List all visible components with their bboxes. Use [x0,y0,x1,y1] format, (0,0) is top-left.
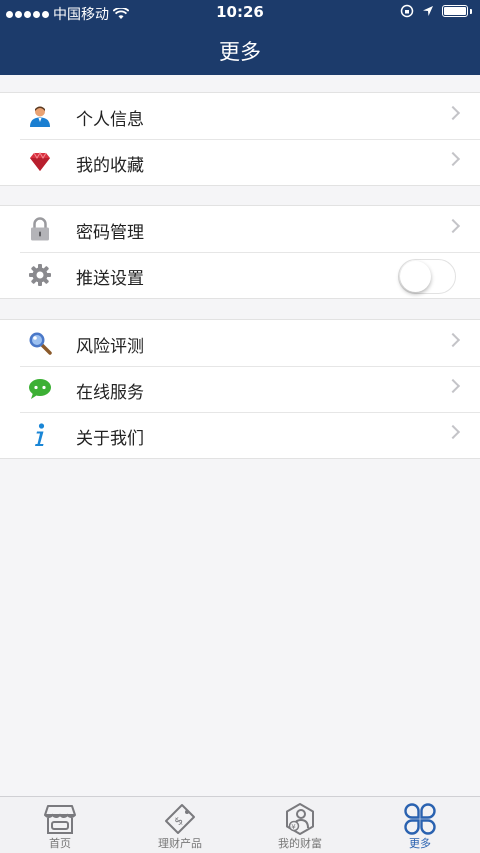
wealth-hexagon-icon: ¥ [286,803,314,835]
user-icon [28,104,52,128]
chevron-right-icon [445,105,461,121]
row-label: 密码管理 [76,223,144,243]
nav-header: 中国移动 10:26 更多 [0,0,480,75]
row-password[interactable]: 密码管理 [0,206,480,252]
settings-group-3: 风险评测 在线服务 关于我们 [0,319,480,459]
battery-tip [470,8,472,14]
tab-products[interactable]: $ 理财产品 [120,797,240,853]
settings-group-2: 密码管理 推送设置 [0,205,480,299]
orientation-lock-icon [400,4,414,18]
toggle-knob [400,261,431,292]
row-label: 个人信息 [76,110,144,130]
row-risk-assessment[interactable]: 风险评测 [0,320,480,366]
row-favorites[interactable]: 我的收藏 [0,139,480,185]
money-tag-icon: $ [165,804,195,834]
tab-label: 我的财富 [278,837,322,850]
row-online-service[interactable]: 在线服务 [0,366,480,412]
settings-group-1: 个人信息 我的收藏 [0,92,480,186]
status-bar: 中国移动 10:26 [0,0,480,24]
tab-more[interactable]: 更多 [360,797,480,853]
row-label: 在线服务 [76,383,144,403]
row-label: 关于我们 [76,429,144,449]
row-about-us[interactable]: 关于我们 [0,412,480,458]
chevron-right-icon [445,151,461,167]
row-label: 风险评测 [76,337,144,357]
chevron-right-icon [445,332,461,348]
svg-text:¥: ¥ [291,823,296,831]
tab-label: 更多 [409,837,431,850]
chevron-right-icon [445,218,461,234]
chevron-right-icon [445,424,461,440]
chevron-right-icon [445,378,461,394]
tab-my-wealth[interactable]: ¥ 我的财富 [240,797,360,853]
row-push-settings: 推送设置 [0,252,480,298]
location-arrow-icon [423,6,433,16]
info-icon [28,423,52,447]
gem-icon [28,150,52,174]
store-icon [44,805,76,834]
row-personal-info[interactable]: 个人信息 [0,93,480,139]
bottom-tab-bar: 首页 $ 理财产品 ¥ 我的财富 更多 [0,796,480,853]
tab-label: 首页 [49,837,71,850]
magnifier-icon [28,331,52,355]
row-label: 推送设置 [76,269,144,289]
tab-home[interactable]: 首页 [0,797,120,853]
row-label: 我的收藏 [76,156,144,176]
battery-icon [442,5,468,17]
page-title: 更多 [219,40,261,64]
gear-icon [28,263,52,287]
lock-icon [28,217,52,241]
tab-label: 理财产品 [158,837,202,850]
clover-icon [404,803,436,835]
push-toggle-switch[interactable] [398,259,456,294]
chat-icon [28,377,52,401]
